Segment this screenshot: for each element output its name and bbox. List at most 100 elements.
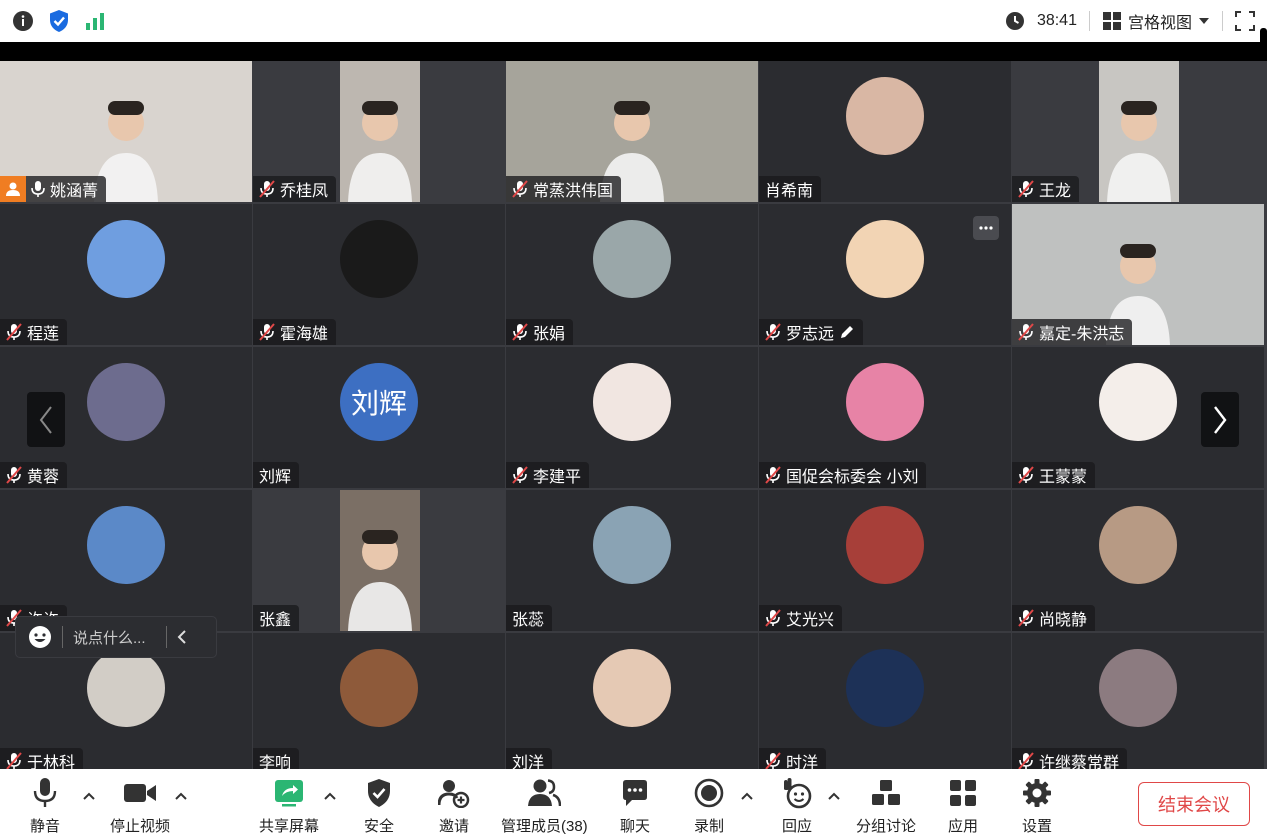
share-options-caret-icon[interactable] <box>323 791 337 801</box>
apps-button[interactable]: 应用 <box>948 775 978 836</box>
participant-avatar <box>846 77 924 155</box>
participant-tile[interactable]: 张鑫 <box>253 490 505 631</box>
mute-button[interactable]: 静音 <box>30 775 60 836</box>
participant-name-label: 王蒙蒙 <box>1012 462 1096 488</box>
participant-tile[interactable]: 李响 <box>253 633 505 774</box>
next-page-button[interactable] <box>1201 392 1239 447</box>
participant-tile[interactable]: 刘辉 刘辉 <box>253 347 505 488</box>
add-user-icon <box>438 780 470 808</box>
participant-avatar <box>340 220 418 298</box>
quick-chat-box[interactable]: 说点什么... <box>16 617 216 657</box>
participant-name: 国促会标委会 小刘 <box>786 469 919 486</box>
participant-tile[interactable]: 尚晓静 <box>1012 490 1264 631</box>
participant-name-label: 尚晓静 <box>1012 605 1096 631</box>
participant-name: 李建平 <box>533 469 582 486</box>
mic-muted-icon <box>1018 752 1034 770</box>
participant-name-label: 艾光兴 <box>759 605 843 631</box>
record-options-caret-icon[interactable] <box>740 791 754 801</box>
mic-muted-icon <box>512 180 528 198</box>
participant-tile[interactable]: 霍海雄 <box>253 204 505 345</box>
participant-avatar: 刘辉 <box>340 363 418 441</box>
participant-name-label: 肖希南 <box>759 176 822 202</box>
participant-tile[interactable]: 艾光兴 <box>759 490 1011 631</box>
security-button[interactable]: 安全 <box>364 775 394 836</box>
share-screen-button[interactable]: 共享屏幕 <box>259 775 319 836</box>
participant-name: 张鑫 <box>259 612 292 629</box>
participant-name-label: 霍海雄 <box>253 319 337 345</box>
participant-name-label: 黄蓉 <box>0 462 68 488</box>
security-shield-icon[interactable] <box>48 9 70 33</box>
participant-tile[interactable]: 乔桂凤 <box>253 61 505 202</box>
mic-muted-icon <box>1018 609 1034 627</box>
meeting-timer: 38:41 <box>1036 12 1077 29</box>
participant-name-label: 程莲 <box>0 319 68 345</box>
video-options-caret-icon[interactable] <box>174 791 188 801</box>
chat-input-placeholder[interactable]: 说点什么... <box>73 627 146 648</box>
mic-muted-icon <box>765 466 781 484</box>
breakout-rooms-button[interactable]: 分组讨论 <box>856 775 916 836</box>
collapse-chevron-icon[interactable] <box>177 630 187 644</box>
participant-tile[interactable]: 嘉定-朱洪志 <box>1012 204 1264 345</box>
react-options-caret-icon[interactable] <box>827 791 841 801</box>
more-options-button[interactable] <box>973 216 999 240</box>
participant-tile[interactable]: 国促会标委会 小刘 <box>759 347 1011 488</box>
view-mode-dropdown[interactable]: 宫格视图 <box>1102 9 1210 33</box>
mic-muted-icon <box>512 466 528 484</box>
participant-name: 乔桂凤 <box>280 183 329 200</box>
participant-avatar <box>846 649 924 727</box>
participant-tile[interactable]: 常蒸洪伟国 <box>506 61 758 202</box>
grid-view-icon <box>1102 12 1121 30</box>
participant-tile[interactable]: 肖希南 <box>759 61 1011 202</box>
stop-video-button[interactable]: 停止视频 <box>110 775 170 836</box>
participant-tile[interactable]: 许继蔡常群 <box>1012 633 1264 774</box>
participant-name: 王蒙蒙 <box>1039 469 1088 486</box>
participant-name: 肖希南 <box>765 183 814 200</box>
record-button[interactable]: 录制 <box>694 775 724 836</box>
caret-down-icon <box>1199 18 1209 24</box>
mic-muted-icon <box>1018 466 1034 484</box>
participant-name-label: 嘉定-朱洪志 <box>1012 319 1133 345</box>
participant-tile[interactable]: 罗志远 <box>759 204 1011 345</box>
participant-name-label: 张鑫 <box>253 605 300 631</box>
participant-tile[interactable]: 张蕊 <box>506 490 758 631</box>
info-icon[interactable] <box>12 10 34 32</box>
prev-page-button[interactable] <box>27 392 65 447</box>
mic-muted-icon <box>6 752 22 770</box>
host-badge-icon <box>0 176 26 202</box>
invite-button[interactable]: 邀请 <box>438 775 470 836</box>
signal-strength-icon[interactable] <box>84 11 106 31</box>
chat-bubble-icon <box>623 780 647 806</box>
participant-name: 嘉定-朱洪志 <box>1039 326 1125 343</box>
end-meeting-button[interactable]: 结束会议 <box>1138 782 1250 826</box>
participant-tile[interactable]: 王龙 <box>1012 61 1264 202</box>
participant-name: 尚晓静 <box>1039 612 1088 629</box>
manage-members-button[interactable]: 管理成员(38) <box>501 775 588 836</box>
meeting-toolbar: 静音 停止视频 共享屏幕 安全 邀请 管理成员(38) 聊天 录制 回应 分组讨… <box>0 769 1267 840</box>
participant-name-label: 姚涵菁 <box>0 176 107 202</box>
fullscreen-icon[interactable] <box>1235 11 1255 31</box>
participant-tile[interactable]: 程莲 <box>0 204 252 345</box>
participant-video <box>340 61 420 202</box>
participant-avatar <box>593 649 671 727</box>
participant-avatar <box>87 506 165 584</box>
chat-button[interactable]: 聊天 <box>620 775 650 836</box>
emoji-icon[interactable] <box>28 625 52 649</box>
participant-tile[interactable]: 刘洋 <box>506 633 758 774</box>
react-button[interactable]: 回应 <box>781 775 813 836</box>
participant-tile[interactable]: 姚涵菁 <box>0 61 252 202</box>
participant-tile[interactable]: 许许 <box>0 490 252 631</box>
microphone-icon <box>33 778 57 807</box>
participant-tile[interactable]: 张娟 <box>506 204 758 345</box>
mute-options-caret-icon[interactable] <box>82 791 96 801</box>
mic-muted-icon <box>1018 323 1034 341</box>
participant-tile[interactable]: 李建平 <box>506 347 758 488</box>
reaction-hand-icon <box>784 778 812 809</box>
mic-muted-icon <box>765 752 781 770</box>
mic-muted-icon <box>512 323 528 341</box>
participant-avatar <box>846 506 924 584</box>
avatar-initials: 刘辉 <box>350 388 407 419</box>
settings-button[interactable]: 设置 <box>1022 775 1052 836</box>
participant-tile[interactable]: 时洋 <box>759 633 1011 774</box>
chevron-left-icon <box>39 405 52 434</box>
participant-name: 张蕊 <box>512 612 545 629</box>
